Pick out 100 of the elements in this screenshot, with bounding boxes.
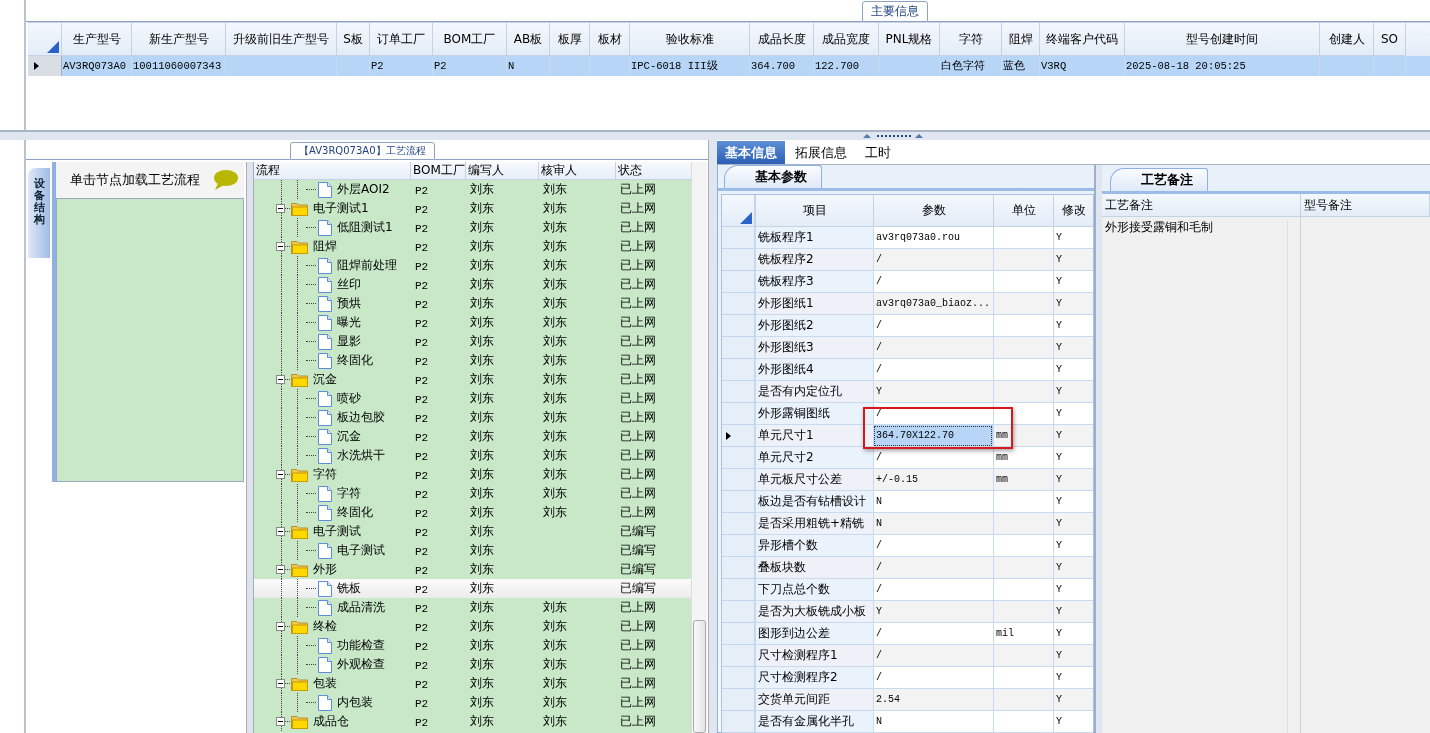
- column-header[interactable]: 成品长度: [750, 23, 814, 56]
- column-header[interactable]: BOM工厂: [433, 23, 507, 56]
- table-cell[interactable]: /: [876, 276, 882, 287]
- tree-row[interactable]: 低阻测试1 P2 刘东 刘东 已上网: [254, 218, 692, 237]
- column-header[interactable]: BOM工厂: [411, 162, 466, 179]
- tree-row[interactable]: 阻焊 P2 刘东 刘东 已上网: [254, 237, 692, 256]
- table-row[interactable]: 外形图纸2 / Y: [722, 315, 1093, 337]
- table-row[interactable]: 铣板程序3 / Y: [722, 271, 1093, 293]
- tree-row[interactable]: 曝光 P2 刘东 刘东 已上网: [254, 313, 692, 332]
- column-header[interactable]: 修改: [1053, 195, 1093, 227]
- table-row[interactable]: 尺寸检测程序2 / Y: [722, 667, 1093, 689]
- tree-row[interactable]: 电子测试 P2 刘东 已编写: [254, 541, 692, 560]
- table-cell[interactable]: Y: [876, 386, 882, 397]
- table-row[interactable]: 铣板程序2 / Y: [722, 249, 1093, 271]
- table-row[interactable]: 是否为大板铣成小板 Y Y: [722, 601, 1093, 623]
- tree-row[interactable]: 功能检查 P2 刘东 刘东 已上网: [254, 636, 692, 655]
- panel-tab[interactable]: 基本参数: [724, 165, 822, 188]
- table-cell[interactable]: +/-0.15: [876, 474, 918, 485]
- collapse-icon[interactable]: [276, 204, 285, 213]
- tree-row[interactable]: 终固化 P2 刘东 刘东 已上网: [254, 351, 692, 370]
- column-header[interactable]: 升级前旧生产型号: [226, 23, 337, 56]
- tree-row[interactable]: 板边包胶 P2 刘东 刘东 已上网: [254, 408, 692, 427]
- column-header[interactable]: 终端客户代码: [1040, 23, 1125, 56]
- tree-row[interactable]: 显影 P2 刘东 刘东 已上网: [254, 332, 692, 351]
- table-cell[interactable]: /: [876, 320, 882, 331]
- tree-row[interactable]: 喷砂 P2 刘东 刘东 已上网: [254, 389, 692, 408]
- scrollbar[interactable]: [691, 162, 707, 733]
- column-header[interactable]: 参数: [873, 195, 993, 227]
- table-cell[interactable]: N: [876, 496, 882, 507]
- table-cell[interactable]: /: [876, 562, 882, 573]
- table-row[interactable]: 是否有金属化半孔 N Y: [722, 711, 1093, 733]
- table-row[interactable]: 外形图纸1 av3rq073a0_biaoz... Y: [722, 293, 1093, 315]
- column-header[interactable]: 核审人: [539, 162, 616, 179]
- table-row[interactable]: 板边是否有钻槽设计 N Y: [722, 491, 1093, 513]
- table-row[interactable]: 单元尺寸2 / mm Y: [722, 447, 1093, 469]
- tree-row[interactable]: 外层AOI2 P2 刘东 刘东 已上网: [254, 180, 692, 199]
- tree-row[interactable]: 预烘 P2 刘东 刘东 已上网: [254, 294, 692, 313]
- table-row[interactable]: 单元板尺寸公差 +/-0.15 mm Y: [722, 469, 1093, 491]
- collapse-icon[interactable]: [276, 470, 285, 479]
- table-row[interactable]: 外形图纸3 / Y: [722, 337, 1093, 359]
- tree-row[interactable]: 阻焊前处理 P2 刘东 刘东 已上网: [254, 256, 692, 275]
- column-header[interactable]: SO: [1374, 23, 1406, 56]
- column-header[interactable]: 生产型号: [62, 23, 132, 56]
- table-cell[interactable]: /: [876, 254, 882, 265]
- tree-row[interactable]: 内包装 P2 刘东 刘东 已上网: [254, 693, 692, 712]
- column-header[interactable]: 板材: [590, 23, 630, 56]
- tab[interactable]: 基本信息: [717, 141, 785, 164]
- table-cell[interactable]: N: [876, 518, 882, 529]
- table-cell[interactable]: /: [876, 342, 882, 353]
- table-row[interactable]: 异形槽个数 / Y: [722, 535, 1093, 557]
- column-header[interactable]: 字符: [940, 23, 1002, 56]
- collapse-icon[interactable]: [276, 622, 285, 631]
- table-row[interactable]: 叠板块数 / Y: [722, 557, 1093, 579]
- scrollbar-thumb[interactable]: [693, 620, 706, 733]
- column-header[interactable]: 项目: [755, 195, 873, 227]
- tree-row[interactable]: 铣板 P2 刘东 已编写: [254, 579, 692, 598]
- table-row[interactable]: 交货单元间距 2.54 Y: [722, 689, 1093, 711]
- tab[interactable]: 工时: [857, 141, 899, 164]
- tree-row[interactable]: 电子测试1 P2 刘东 刘东 已上网: [254, 199, 692, 218]
- table-row[interactable]: 单元尺寸1 364.70X122.70 mm Y: [722, 425, 1093, 447]
- column-header[interactable]: 创建人: [1320, 23, 1374, 56]
- table-cell[interactable]: /: [876, 628, 882, 639]
- table-row[interactable]: 下刀点总个数 / Y: [722, 579, 1093, 601]
- tree-row[interactable]: 字符 P2 刘东 刘东 已上网: [254, 465, 692, 484]
- column-header[interactable]: 成品宽度: [814, 23, 879, 56]
- tree-row[interactable]: 字符 P2 刘东 刘东 已上网: [254, 484, 692, 503]
- collapse-icon[interactable]: [276, 679, 285, 688]
- column-header[interactable]: 板厚: [550, 23, 590, 56]
- tree-row[interactable]: 沉金 P2 刘东 刘东 已上网: [254, 427, 692, 446]
- table-row[interactable]: 是否采用粗铣+精铣 N Y: [722, 513, 1093, 535]
- tree-row[interactable]: 外观检查 P2 刘东 刘东 已上网: [254, 655, 692, 674]
- tree-row[interactable]: 沉金 P2 刘东 刘东 已上网: [254, 370, 692, 389]
- column-header[interactable]: 流程: [254, 162, 411, 179]
- column-header[interactable]: PNL规格: [879, 23, 940, 56]
- panel-tab[interactable]: 工艺备注: [1110, 168, 1208, 191]
- table-cell[interactable]: 2.54: [876, 694, 900, 705]
- table-cell[interactable]: /: [876, 672, 882, 683]
- splitter-grip-icon[interactable]: [863, 133, 923, 139]
- table-cell[interactable]: /: [876, 650, 882, 661]
- column-header[interactable]: 编写人: [466, 162, 539, 179]
- tree-row[interactable]: 终检 P2 刘东 刘东 已上网: [254, 617, 692, 636]
- table-cell[interactable]: av3rq073a0.rou: [876, 232, 960, 243]
- tree-row[interactable]: 电子测试 P2 刘东 已编写: [254, 522, 692, 541]
- tree-row[interactable]: 水洗烘干 P2 刘东 刘东 已上网: [254, 446, 692, 465]
- column-header[interactable]: 型号创建时间: [1125, 23, 1320, 56]
- table-row[interactable]: 铣板程序1 av3rq073a0.rou Y: [722, 227, 1093, 249]
- table-row[interactable]: 外形图纸4 / Y: [722, 359, 1093, 381]
- column-header[interactable]: 单位: [993, 195, 1053, 227]
- column-header[interactable]: 阻焊: [1002, 23, 1040, 56]
- column-header[interactable]: 订单工厂: [370, 23, 433, 56]
- table-row[interactable]: AV3RQ073A0 10011060007343 P2 P2 N IPC-6018 III级 364.700 122.700 白色字符 蓝色 V3RQ 2025-08-18 20:05:25: [28, 56, 1430, 76]
- collapse-icon[interactable]: [276, 375, 285, 384]
- tree-row[interactable]: 丝印 P2 刘东 刘东 已上网: [254, 275, 692, 294]
- tree-row[interactable]: 终固化 P2 刘东 刘东 已上网: [254, 503, 692, 522]
- column-header[interactable]: 型号备注: [1301, 194, 1430, 216]
- column-header[interactable]: AB板: [507, 23, 550, 56]
- side-tab[interactable]: 设备结构: [28, 168, 50, 258]
- collapse-icon[interactable]: [276, 565, 285, 574]
- table-cell[interactable]: Y: [876, 606, 882, 617]
- table-cell[interactable]: /: [876, 584, 882, 595]
